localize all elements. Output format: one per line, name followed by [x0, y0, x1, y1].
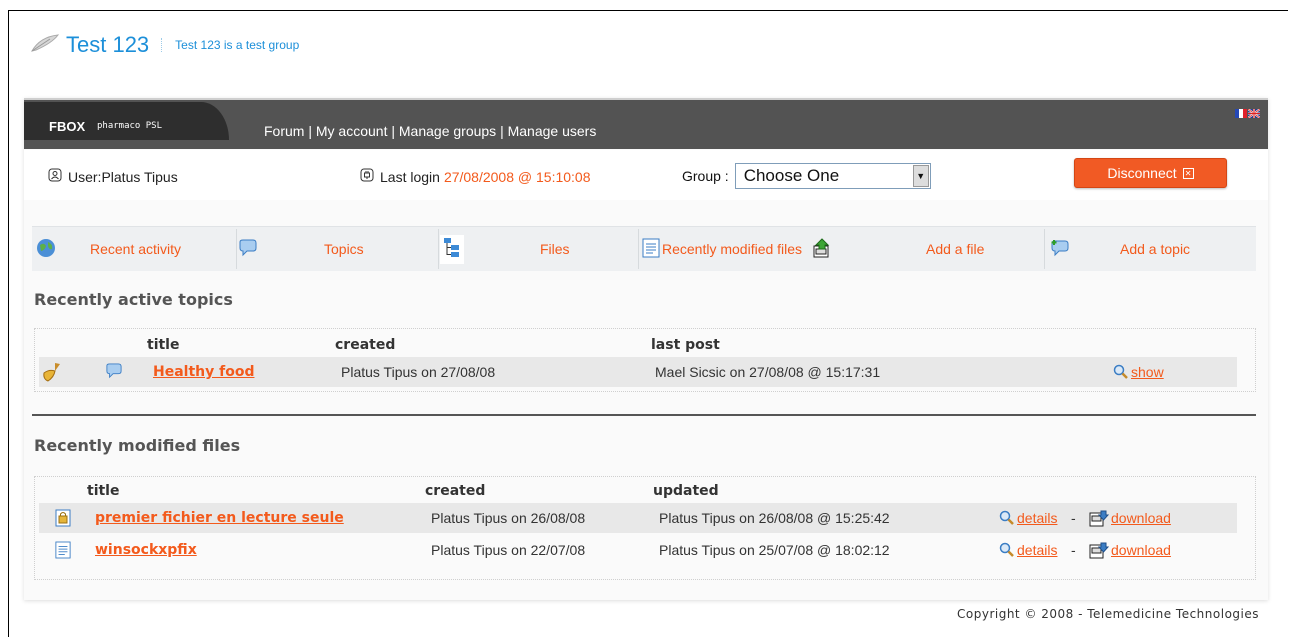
file-updated: Platus Tipus on 25/07/08 @ 18:02:12: [659, 542, 890, 558]
uk-flag-icon[interactable]: [1247, 103, 1261, 122]
group-description: Test 123 is a test group: [175, 38, 300, 52]
brand-name: FBOX: [49, 119, 86, 134]
download-icon: [1089, 509, 1110, 531]
recently-modified-files-item[interactable]: Recently modified files: [642, 227, 832, 271]
file-details-link[interactable]: details: [1017, 510, 1057, 526]
group-select-value: Choose One: [743, 166, 840, 185]
recent-activity-item[interactable]: Recent activity: [36, 227, 181, 271]
file-title-link[interactable]: winsockxpfix: [95, 542, 197, 558]
topic-title-link[interactable]: Healthy food: [153, 364, 254, 380]
user-name: User:Platus Tipus: [68, 168, 178, 185]
files-item[interactable]: Files: [440, 227, 570, 271]
topic-last-post: Mael Sicsic on 27/08/08 @ 15:17:31: [655, 364, 881, 380]
file-download-link[interactable]: download: [1111, 542, 1171, 558]
speech-bubble-icon: [105, 363, 123, 383]
file-download-link[interactable]: download: [1111, 510, 1171, 526]
user-bar: User:Platus Tipus Last login 27/08/2008 …: [24, 150, 1268, 200]
disconnect-button[interactable]: Disconnect ✕: [1074, 158, 1227, 188]
nav-link-manage-groups[interactable]: Manage groups: [399, 123, 496, 139]
magnifier-icon: [999, 542, 1015, 562]
file-updated: Platus Tipus on 26/08/08 @ 15:25:42: [659, 510, 890, 526]
main-panel: FBOX pharmaco PSL Forum | My account | M…: [24, 98, 1268, 600]
add-bubble-icon: [1050, 239, 1070, 260]
globe-icon: [36, 238, 56, 261]
current-user: User:Platus Tipus: [48, 168, 178, 185]
close-icon: ✕: [1182, 167, 1194, 179]
broom-icon: [41, 361, 63, 387]
table-row: winsockxpfix Platus Tipus on 22/07/08 Pl…: [39, 535, 1237, 565]
french-flag-icon[interactable]: [1235, 103, 1247, 122]
add-topic-link[interactable]: Add a topic: [1120, 241, 1190, 257]
add-file-link[interactable]: Add a file: [926, 241, 984, 257]
files-table: title created updated premier fichier en…: [34, 476, 1256, 580]
document-icon: [642, 238, 660, 261]
recent-activity-link[interactable]: Recent activity: [90, 241, 181, 257]
magnifier-icon: [999, 510, 1015, 530]
nav-link-manage-users[interactable]: Manage users: [508, 123, 597, 139]
table-row: premier fichier en lecture seule Platus …: [39, 503, 1237, 533]
magnifier-icon: [1113, 364, 1129, 384]
topics-section-title: Recently active topics: [34, 290, 233, 309]
file-details-link[interactable]: details: [1017, 542, 1057, 558]
file-created: Platus Tipus on 26/08/08: [431, 510, 586, 526]
link-separator: -: [1071, 510, 1076, 526]
file-title-link[interactable]: premier fichier en lecture seule: [95, 510, 344, 526]
topics-col-title: title: [147, 337, 180, 353]
nav-link-my-account[interactable]: My account: [316, 123, 388, 139]
files-link[interactable]: Files: [540, 241, 570, 257]
speech-bubble-icon: [238, 239, 258, 260]
top-navbar: FBOX pharmaco PSL Forum | My account | M…: [24, 98, 1268, 149]
topics-item[interactable]: Topics: [238, 227, 364, 271]
title-divider: [161, 38, 163, 52]
group-select[interactable]: Choose One ▼: [734, 163, 931, 189]
last-login-label: Last login: [380, 168, 440, 185]
files-col-updated: updated: [653, 483, 719, 499]
files-col-title: title: [87, 483, 120, 499]
topics-link[interactable]: Topics: [324, 241, 364, 257]
group-header: Test 123 Test 123 is a test group: [30, 32, 299, 58]
locked-document-icon: [55, 509, 71, 531]
topic-created: Platus Tipus on 27/08/08: [341, 364, 496, 380]
file-created: Platus Tipus on 22/07/08: [431, 542, 586, 558]
chevron-down-icon[interactable]: ▼: [912, 165, 929, 187]
add-file-item[interactable]: Add a file: [926, 227, 984, 271]
files-col-created: created: [425, 483, 486, 499]
user-icon: [48, 168, 62, 185]
topic-show-link[interactable]: show: [1131, 364, 1164, 380]
document-icon: [55, 541, 71, 563]
table-row: Healthy food Platus Tipus on 27/08/08 Ma…: [39, 357, 1237, 387]
plug-icon: [360, 168, 374, 185]
file-tree-icon: [440, 234, 464, 264]
disconnect-label: Disconnect: [1107, 165, 1177, 181]
last-login: Last login 27/08/2008 @ 15:10:08: [360, 168, 591, 185]
nav-links: Forum | My account | Manage groups | Man…: [264, 123, 597, 139]
group-selector: Group : Choose One ▼: [670, 160, 931, 192]
recently-modified-files-link[interactable]: Recently modified files: [662, 241, 802, 257]
section-divider: [32, 414, 1256, 416]
group-label: Group :: [682, 168, 729, 184]
add-topic-item[interactable]: Add a topic: [1050, 227, 1190, 271]
brand-subtitle: pharmaco PSL: [97, 121, 163, 131]
files-section-title: Recently modified files: [34, 436, 241, 455]
action-toolbar: Recent activity Topics Files Recently mo…: [32, 226, 1256, 271]
download-icon: [1089, 541, 1110, 563]
nav-link-forum[interactable]: Forum: [264, 123, 304, 139]
feather-icon: [30, 33, 60, 57]
topics-table: title created last post Healthy food Pla…: [34, 328, 1256, 392]
language-flags: [1235, 103, 1261, 122]
last-login-date: 27/08/2008 @ 15:10:08: [443, 168, 591, 185]
link-separator: -: [1071, 542, 1076, 558]
topics-col-created: created: [335, 337, 396, 353]
upload-icon: [812, 237, 832, 261]
group-title: Test 123: [66, 32, 150, 57]
copyright-footer: Copyright © 2008 - Telemedicine Technolo…: [957, 607, 1259, 621]
topics-col-last-post: last post: [651, 337, 720, 353]
